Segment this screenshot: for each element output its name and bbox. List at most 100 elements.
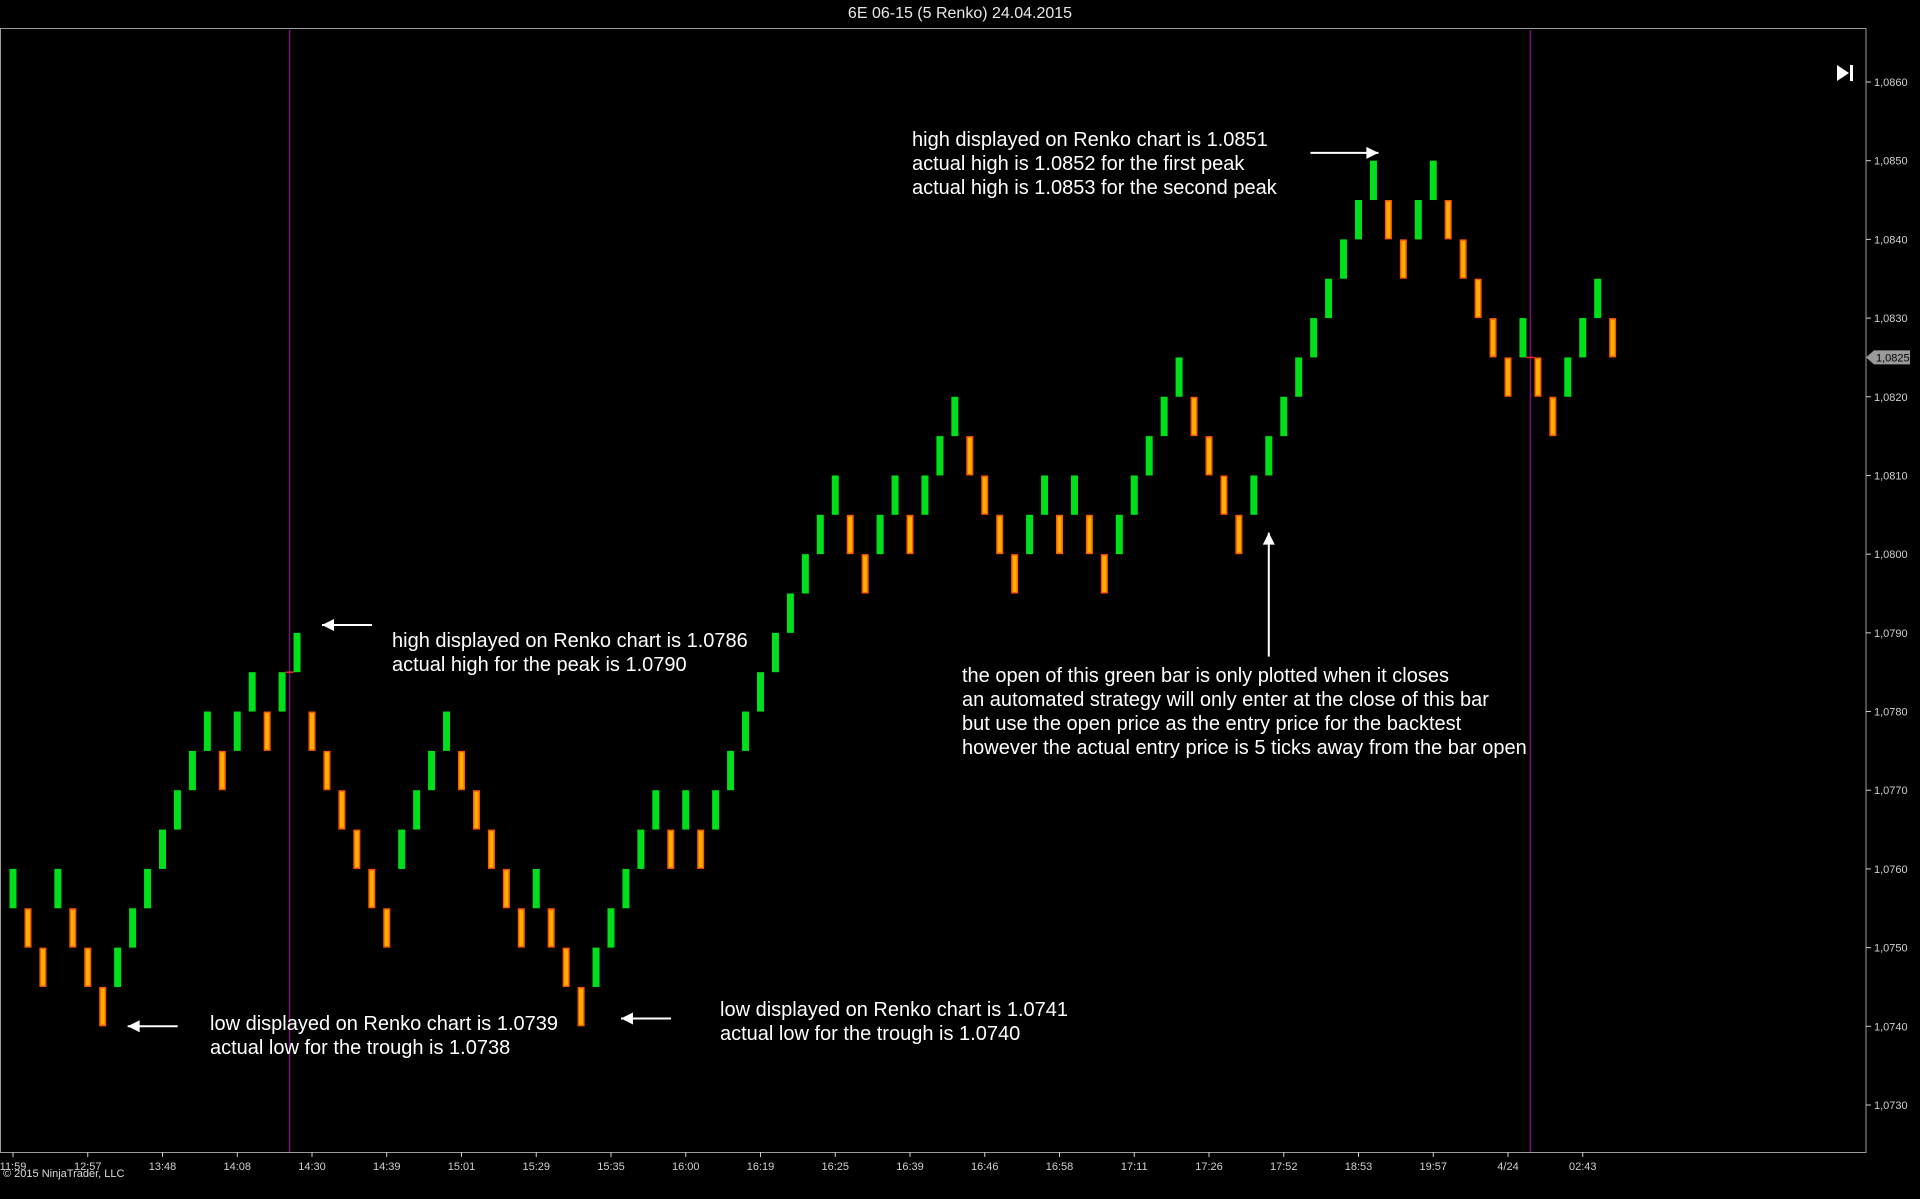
renko-brick-up[interactable] bbox=[1115, 514, 1123, 555]
renko-brick-down[interactable] bbox=[368, 868, 376, 909]
renko-brick-up[interactable] bbox=[637, 829, 645, 869]
renko-brick-up[interactable] bbox=[428, 750, 436, 791]
renko-brick-up[interactable] bbox=[114, 947, 122, 987]
renko-brick-up[interactable] bbox=[1369, 160, 1377, 201]
renko-brick-down[interactable] bbox=[383, 908, 391, 948]
renko-brick-up[interactable] bbox=[1041, 475, 1049, 515]
renko-brick-down[interactable] bbox=[547, 908, 555, 948]
renko-brick-up[interactable] bbox=[712, 790, 720, 830]
renko-brick-down[interactable] bbox=[1205, 436, 1213, 476]
renko-brick-up[interactable] bbox=[293, 632, 301, 673]
renko-brick-up[interactable] bbox=[1026, 514, 1034, 555]
renko-brick-up[interactable] bbox=[173, 790, 181, 830]
renko-brick-up[interactable] bbox=[413, 790, 421, 830]
renko-brick-down[interactable] bbox=[323, 750, 331, 791]
renko-brick-down[interactable] bbox=[846, 514, 854, 555]
renko-brick-up[interactable] bbox=[188, 750, 196, 791]
renko-brick-down[interactable] bbox=[966, 436, 974, 476]
renko-brick-down[interactable] bbox=[1609, 318, 1617, 358]
renko-brick-up[interactable] bbox=[1594, 278, 1602, 319]
renko-brick-up[interactable] bbox=[1579, 318, 1587, 358]
renko-brick-up[interactable] bbox=[1340, 239, 1348, 279]
scroll-to-end-icon[interactable] bbox=[1834, 62, 1856, 84]
renko-brick-up[interactable] bbox=[742, 711, 750, 751]
renko-brick-up[interactable] bbox=[592, 947, 600, 987]
renko-brick-down[interactable] bbox=[353, 829, 361, 869]
renko-brick-down[interactable] bbox=[861, 554, 869, 594]
renko-brick-up[interactable] bbox=[203, 711, 211, 751]
renko-brick-down[interactable] bbox=[517, 908, 525, 948]
renko-brick-down[interactable] bbox=[1220, 475, 1228, 515]
renko-brick-up[interactable] bbox=[1280, 396, 1288, 437]
renko-brick-down[interactable] bbox=[1100, 554, 1108, 594]
renko-brick-up[interactable] bbox=[951, 396, 959, 437]
renko-brick-down[interactable] bbox=[1085, 514, 1093, 555]
renko-brick-down[interactable] bbox=[218, 750, 226, 791]
renko-brick-down[interactable] bbox=[263, 711, 271, 751]
renko-brick-up[interactable] bbox=[159, 829, 166, 869]
renko-brick-down[interactable] bbox=[1474, 278, 1482, 319]
renko-brick-down[interactable] bbox=[1384, 200, 1392, 240]
renko-brick-up[interactable] bbox=[443, 711, 451, 751]
renko-brick-up[interactable] bbox=[652, 790, 660, 830]
renko-brick-down[interactable] bbox=[487, 829, 495, 869]
renko-brick-down[interactable] bbox=[1489, 318, 1497, 358]
renko-brick-up[interactable] bbox=[622, 868, 630, 909]
renko-brick-up[interactable] bbox=[771, 632, 779, 673]
renko-brick-down[interactable] bbox=[502, 868, 510, 909]
renko-brick-down[interactable] bbox=[1549, 396, 1557, 437]
renko-brick-up[interactable] bbox=[607, 908, 615, 948]
renko-brick-down[interactable] bbox=[39, 947, 47, 987]
renko-brick-up[interactable] bbox=[1160, 396, 1168, 437]
renko-brick-down[interactable] bbox=[472, 790, 480, 830]
renko-brick-down[interactable] bbox=[84, 947, 92, 987]
renko-brick-down[interactable] bbox=[24, 908, 32, 948]
renko-brick-down[interactable] bbox=[996, 514, 1004, 555]
renko-brick-down[interactable] bbox=[308, 711, 316, 751]
renko-brick-down[interactable] bbox=[69, 908, 77, 948]
renko-brick-up[interactable] bbox=[532, 868, 540, 909]
renko-brick-up[interactable] bbox=[1130, 475, 1138, 515]
renko-brick-up[interactable] bbox=[398, 829, 406, 869]
renko-brick-up[interactable] bbox=[786, 593, 794, 633]
renko-brick-up[interactable] bbox=[9, 868, 17, 909]
renko-brick-up[interactable] bbox=[876, 514, 884, 555]
renko-brick-up[interactable] bbox=[1265, 436, 1273, 476]
renko-brick-up[interactable] bbox=[129, 908, 137, 948]
renko-brick-up[interactable] bbox=[1250, 475, 1258, 515]
renko-brick-up[interactable] bbox=[831, 475, 839, 515]
renko-brick-down[interactable] bbox=[697, 829, 705, 869]
renko-brick-up[interactable] bbox=[1310, 318, 1318, 358]
renko-brick-up[interactable] bbox=[233, 711, 241, 751]
renko-brick-up[interactable] bbox=[1295, 357, 1303, 397]
renko-brick-up[interactable] bbox=[1145, 436, 1153, 476]
renko-brick-up[interactable] bbox=[816, 514, 824, 555]
renko-brick-down[interactable] bbox=[981, 475, 989, 515]
renko-brick-up[interactable] bbox=[727, 750, 735, 791]
renko-brick-up[interactable] bbox=[921, 475, 929, 515]
renko-brick-up[interactable] bbox=[54, 868, 62, 909]
renko-brick-down[interactable] bbox=[562, 947, 570, 987]
renko-brick-down[interactable] bbox=[1459, 239, 1467, 279]
renko-brick-up[interactable] bbox=[1070, 475, 1078, 515]
renko-brick-up[interactable] bbox=[801, 554, 809, 594]
renko-brick-up[interactable] bbox=[1564, 357, 1572, 397]
renko-brick-down[interactable] bbox=[1534, 357, 1542, 397]
renko-brick-down[interactable] bbox=[1235, 514, 1243, 555]
renko-brick-up[interactable] bbox=[1325, 278, 1333, 319]
renko-brick-down[interactable] bbox=[338, 790, 346, 830]
renko-brick-up[interactable] bbox=[248, 672, 256, 712]
renko-brick-down[interactable] bbox=[1399, 239, 1407, 279]
renko-brick-down[interactable] bbox=[1444, 200, 1452, 240]
renko-brick-up[interactable] bbox=[1355, 200, 1362, 240]
renko-brick-up[interactable] bbox=[1519, 318, 1527, 358]
renko-brick-up[interactable] bbox=[682, 790, 690, 830]
renko-brick-up[interactable] bbox=[1429, 160, 1437, 201]
renko-brick-up[interactable] bbox=[936, 436, 944, 476]
renko-brick-down[interactable] bbox=[458, 750, 465, 791]
renko-brick-down[interactable] bbox=[1011, 554, 1019, 594]
renko-brick-down[interactable] bbox=[99, 986, 107, 1027]
renko-brick-up[interactable] bbox=[278, 672, 286, 712]
renko-brick-down[interactable] bbox=[1504, 357, 1512, 397]
renko-brick-up[interactable] bbox=[1414, 200, 1422, 240]
